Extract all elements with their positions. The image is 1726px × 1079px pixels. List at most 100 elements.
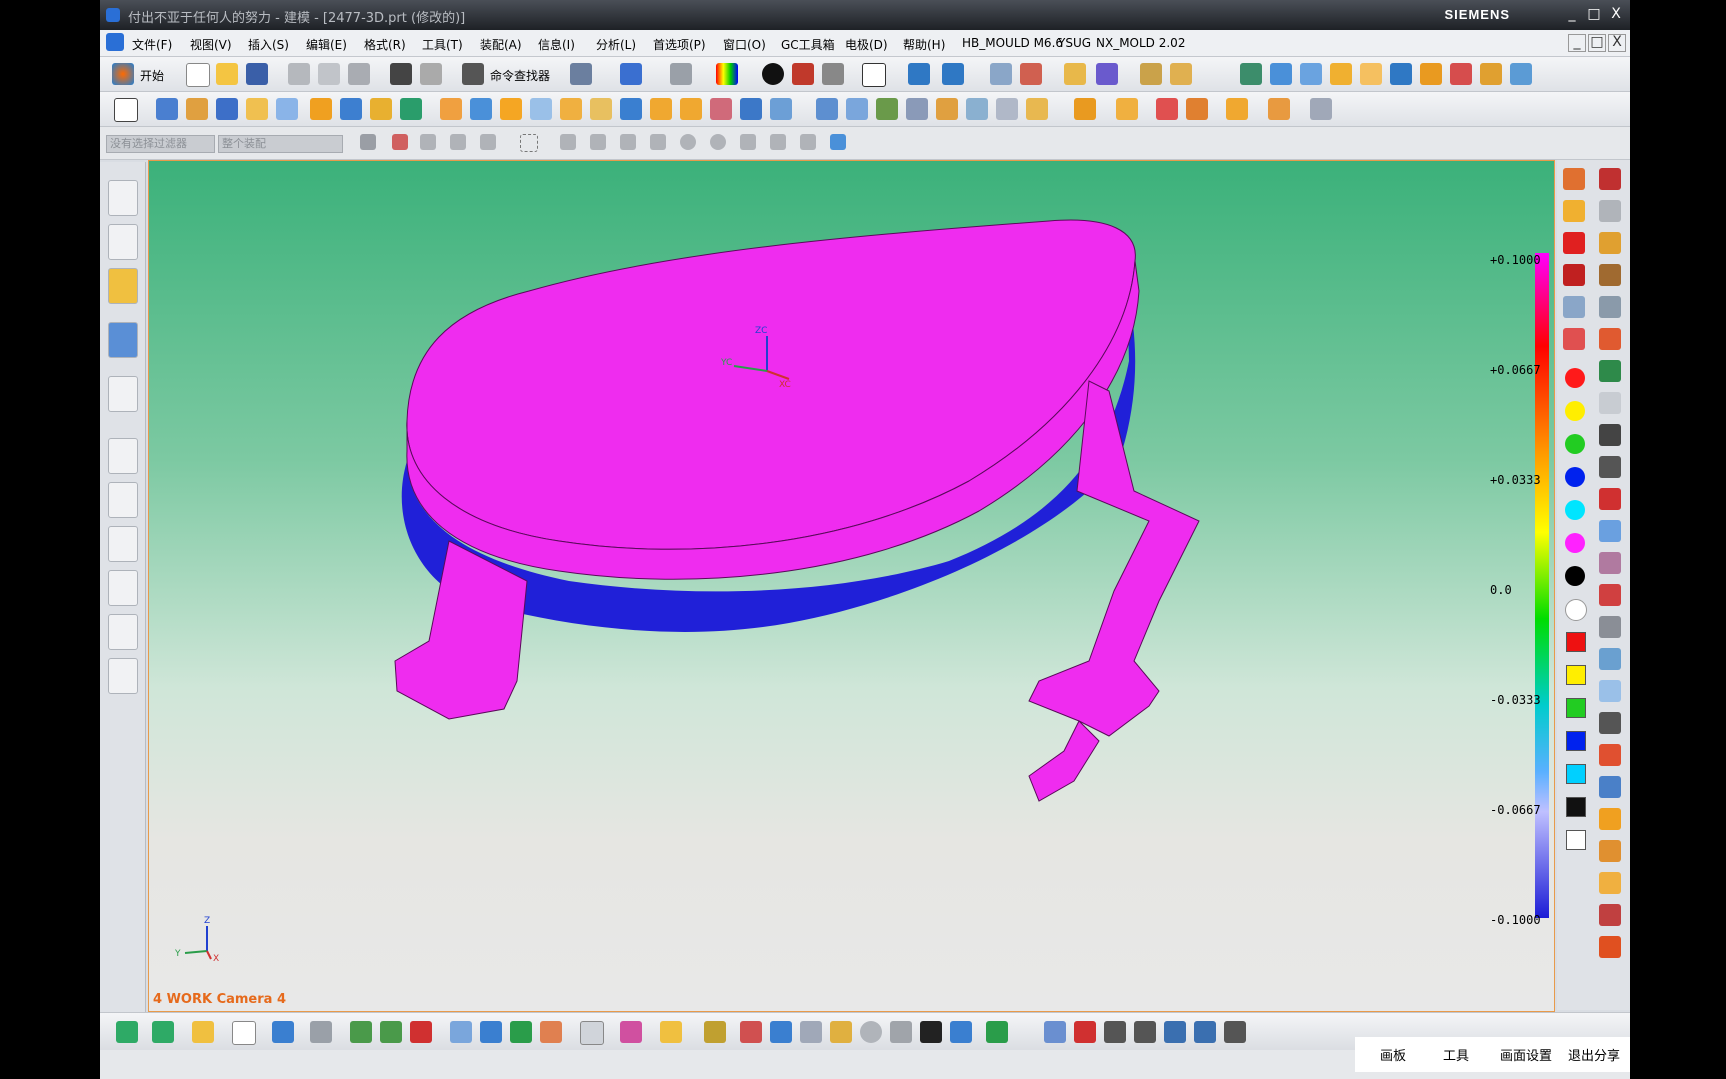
canvas-button[interactable]: 画板 — [1380, 1045, 1406, 1064]
menu-help[interactable]: 帮助(H) — [903, 36, 945, 53]
snap-control-icon[interactable] — [620, 134, 636, 150]
menu-assembly[interactable]: 装配(A) — [480, 36, 522, 53]
bottom-tool-icon[interactable] — [232, 1021, 256, 1045]
hex-icon[interactable] — [1563, 264, 1585, 286]
snap-toggle-icon[interactable] — [392, 134, 408, 150]
bottom-tool-icon[interactable] — [350, 1021, 372, 1043]
reposition-icon[interactable] — [1186, 98, 1208, 120]
menu-edit[interactable]: 编辑(E) — [306, 36, 347, 53]
snap-intersect-icon[interactable] — [650, 134, 666, 150]
paste-icon[interactable] — [348, 63, 370, 85]
menu-window[interactable]: 窗口(O) — [723, 36, 766, 53]
snap-curve-icon[interactable] — [1096, 63, 1118, 85]
bottom-tool-icon[interactable] — [704, 1021, 726, 1043]
background-icon[interactable] — [862, 63, 886, 87]
menu-nx-mold[interactable]: NX_MOLD 2.02 — [1096, 36, 1185, 50]
menu-file[interactable]: 文件(F) — [132, 36, 172, 53]
maximize-button[interactable]: □ — [1584, 5, 1604, 23]
hd3d-tools-icon[interactable] — [108, 376, 138, 412]
block-icon[interactable] — [216, 98, 238, 120]
snap-on-curve-icon[interactable] — [770, 134, 786, 150]
edge-blend-icon[interactable] — [440, 98, 462, 120]
undo-icon[interactable] — [390, 63, 412, 85]
screen-settings-button[interactable]: 画面设置 — [1500, 1045, 1552, 1064]
mold-check-icon[interactable] — [1599, 936, 1621, 958]
snap-center-icon[interactable] — [680, 134, 696, 150]
bottom-tool-icon[interactable] — [660, 1021, 682, 1043]
menu-info[interactable]: 信息(I) — [538, 36, 575, 53]
layer-settings-icon[interactable] — [990, 63, 1012, 85]
paint-icon[interactable] — [1599, 168, 1621, 190]
cube-color-red[interactable] — [1566, 632, 1586, 652]
parting-icon[interactable] — [1450, 63, 1472, 85]
start-button[interactable]: 开始 — [140, 67, 164, 84]
wave-link-icon[interactable] — [1226, 98, 1248, 120]
snap-quadrant-icon[interactable] — [710, 134, 726, 150]
translucency-icon[interactable] — [1563, 200, 1585, 222]
bottom-tool-icon[interactable] — [410, 1021, 432, 1043]
pad-icon[interactable] — [400, 98, 422, 120]
extrude-icon[interactable] — [156, 98, 178, 120]
bottom-tool-icon[interactable] — [740, 1021, 762, 1043]
menu-format[interactable]: 格式(R) — [364, 36, 406, 53]
dark-block-icon[interactable] — [1599, 424, 1621, 446]
sketch-icon[interactable] — [114, 98, 138, 122]
hole-icon[interactable] — [310, 98, 332, 120]
cube-color-white[interactable] — [1566, 830, 1586, 850]
part-navigator-icon[interactable] — [108, 268, 138, 304]
assembly-scope-dropdown[interactable]: 整个装配 — [218, 135, 343, 153]
snap-point-icon[interactable] — [1064, 63, 1086, 85]
box-icon[interactable] — [1599, 264, 1621, 286]
measure-angle-icon[interactable] — [1170, 63, 1192, 85]
text-icon[interactable] — [1599, 488, 1621, 510]
shrinkage-icon[interactable] — [1330, 63, 1352, 85]
bottom-tool-icon[interactable] — [1044, 1021, 1066, 1043]
select-settings-icon[interactable] — [360, 134, 376, 150]
mold-csys-icon[interactable] — [1300, 63, 1322, 85]
menu-analysis[interactable]: 分析(L) — [596, 36, 636, 53]
bottom-tool-icon[interactable] — [800, 1021, 822, 1043]
chamfer-icon[interactable] — [470, 98, 492, 120]
assembly-clone-icon[interactable] — [1310, 98, 1332, 120]
swept-icon[interactable] — [876, 98, 898, 120]
close-button[interactable]: X — [1606, 5, 1626, 23]
red-cube-icon[interactable] — [1563, 232, 1585, 254]
select-edge-icon[interactable] — [480, 134, 496, 150]
bottom-tool-icon[interactable] — [986, 1021, 1008, 1043]
mold-base-icon[interactable] — [1480, 63, 1502, 85]
selection-icon[interactable] — [570, 63, 592, 85]
color-swatch-yellow[interactable] — [1565, 401, 1585, 421]
shading-icon[interactable] — [762, 63, 784, 85]
open-folder-icon[interactable] — [216, 63, 238, 85]
standard-parts-icon[interactable] — [1510, 63, 1532, 85]
bottom-tool-icon[interactable] — [116, 1021, 138, 1043]
hole-table-icon[interactable] — [1599, 904, 1621, 926]
shell-icon[interactable] — [530, 98, 552, 120]
render-style-icon[interactable] — [670, 63, 692, 85]
fit-view-icon[interactable] — [620, 63, 642, 85]
shaded-edges-icon[interactable] — [822, 63, 844, 85]
bottom-tool-icon[interactable] — [450, 1021, 472, 1043]
boss-icon[interactable] — [340, 98, 362, 120]
hole-face-icon[interactable] — [1599, 200, 1621, 222]
section-view-icon[interactable] — [942, 63, 964, 85]
gray-cube-icon[interactable] — [1599, 296, 1621, 318]
insert-icon[interactable] — [1599, 616, 1621, 638]
command-finder-button[interactable]: 命令查找器 — [490, 67, 550, 84]
doc-close-button[interactable]: X — [1608, 34, 1626, 52]
menu-insert[interactable]: 插入(S) — [248, 36, 289, 53]
ejector-icon[interactable] — [1599, 584, 1621, 606]
menu-preferences[interactable]: 首选项(P) — [653, 36, 706, 53]
thicken-icon[interactable] — [770, 98, 792, 120]
assembly-new-icon[interactable] — [1116, 98, 1138, 120]
trim-die-icon[interactable] — [1599, 776, 1621, 798]
cube-color-green[interactable] — [1566, 698, 1586, 718]
bottom-tool-icon[interactable] — [510, 1021, 532, 1043]
bottom-tool-icon[interactable] — [1074, 1021, 1096, 1043]
pocket-icon[interactable] — [370, 98, 392, 120]
history-icon[interactable] — [108, 438, 138, 474]
select-face-icon[interactable] — [420, 134, 436, 150]
cavity-layout-icon[interactable] — [1390, 63, 1412, 85]
bottom-tool-icon[interactable] — [890, 1021, 912, 1043]
redo-icon[interactable] — [420, 63, 442, 85]
